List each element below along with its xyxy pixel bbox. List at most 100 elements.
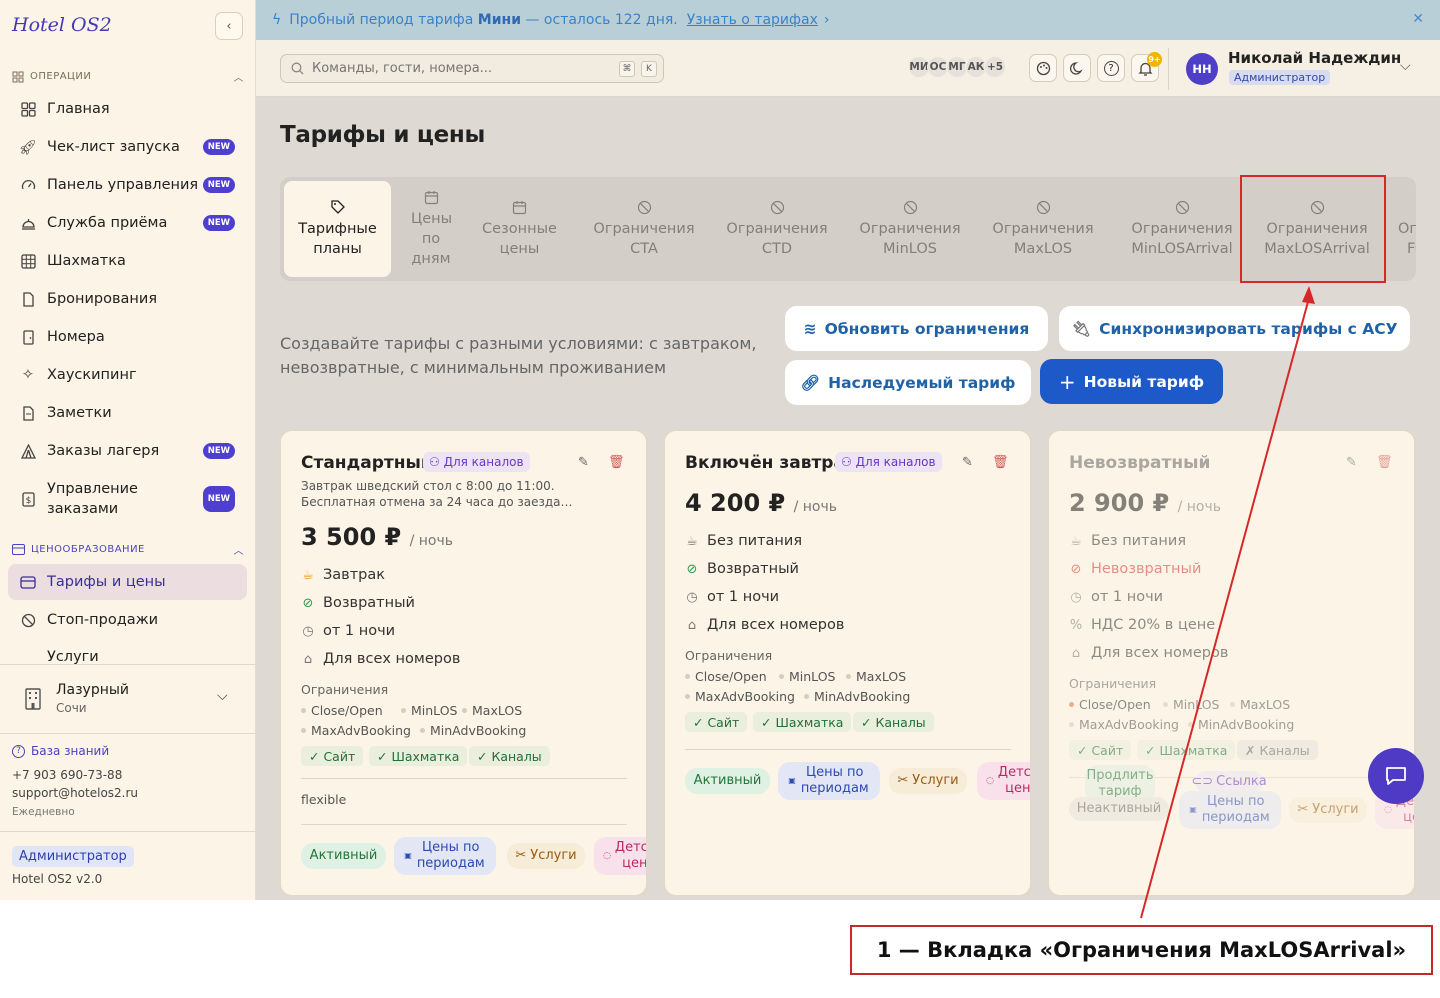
period-prices-label: Цены по периодам — [800, 765, 869, 796]
extend-rate-label: Продлить тариф — [1086, 768, 1154, 799]
promo-link[interactable]: Узнать о тарифах — [687, 12, 818, 28]
divider — [0, 733, 256, 734]
chevron-left-icon: ‹ — [226, 18, 232, 34]
tab-restrictions-minlosarrival[interactable]: Ограничения MinLOSArrival — [1117, 181, 1247, 277]
period-prices-button[interactable]: ▣ Цены по периодам — [778, 762, 880, 800]
section-operations[interactable]: ОПЕРАЦИИ ︿ — [12, 69, 244, 84]
sidebar-item-chessboard[interactable]: Шахматка — [8, 243, 247, 279]
restriction-label: MinLOS — [1173, 697, 1220, 712]
services-button[interactable]: ✂︎ Услуги — [507, 843, 585, 869]
rate-description: Завтрак шведский стол с 8:00 до 11:00. Бе… — [301, 478, 576, 510]
tab-restrictions-fullpattern[interactable]: Ограничения FullPattern — [1398, 181, 1416, 277]
sidebar-item-housekeeping[interactable]: ✧ Хаускипинг — [8, 357, 247, 393]
restriction-tag: MaxAdvBooking — [301, 723, 411, 738]
rate-card[interactable]: Невозвратный ✎ 🗑︎ 2 900 ₽ / ночь ☕︎ Без п… — [1048, 430, 1415, 896]
sidebar-item-home[interactable]: Главная — [8, 91, 247, 127]
chevron-down-icon: ⌵ — [217, 688, 228, 704]
restriction-tag: MaxLOS — [846, 669, 906, 684]
status-badge[interactable]: Активный — [301, 843, 386, 869]
user-avatar[interactable]: НН — [1186, 53, 1218, 85]
rate-description-line: Бесплатная отмена за 24 часа до заезда. … — [301, 495, 576, 509]
chevron-down-icon[interactable]: ⌵ — [1400, 58, 1411, 74]
tab-label: Ограничения CTD — [726, 220, 828, 257]
restrictions-label: Ограничения — [685, 648, 773, 663]
promo-remaining: — осталось 122 дня. — [525, 12, 678, 28]
kids-prices-button[interactable]: ◌Детские цены — [977, 762, 1030, 800]
hotel-name: Лазурный — [56, 682, 130, 698]
calendar-icon — [424, 190, 438, 204]
restriction-label: MaxAdvBooking — [1079, 717, 1179, 732]
edit-icon[interactable]: ✎ — [962, 455, 973, 470]
trash-icon[interactable]: 🗑︎ — [992, 455, 1009, 470]
sync-rates-label: Синхронизировать тарифы с АСУ — [1099, 319, 1398, 338]
divider — [301, 824, 627, 825]
sidebar-item-front-desk[interactable]: Служба приёма NEW — [8, 205, 247, 241]
new-rate-button[interactable]: + Новый тариф — [1040, 359, 1223, 404]
new-badge: NEW — [202, 486, 235, 512]
child-icon: ◌ — [603, 851, 611, 861]
support-email[interactable]: support@hotelos2.ru — [12, 786, 138, 800]
collapse-sidebar-button[interactable]: ‹ — [215, 12, 243, 40]
page-title: Тарифы и цены — [280, 122, 485, 148]
tab-daily-prices[interactable]: Цены по дням — [399, 181, 463, 277]
tab-restrictions-minlos[interactable]: Ограничения MinLOS — [851, 181, 969, 277]
restriction-tag: MinLOS — [1163, 697, 1219, 712]
gauge-icon — [20, 177, 36, 193]
restriction-label: Close/Open — [695, 669, 767, 684]
sidebar-item-order-management[interactable]: $ Управление заказами NEW — [8, 471, 247, 527]
services-button[interactable]: ✂︎ Услуги — [889, 768, 967, 794]
chat-button[interactable] — [1368, 748, 1424, 804]
support-phone[interactable]: +7 903 690-73-88 — [12, 768, 122, 782]
tab-seasonal-prices[interactable]: Сезонные цены — [472, 181, 567, 277]
building-icon — [25, 688, 41, 710]
sidebar-item-rooms[interactable]: Номера — [8, 319, 247, 355]
sidebar-item-label: Тарифы и цены — [47, 574, 166, 590]
feature-label: Для всех номеров — [1091, 645, 1229, 661]
knowledge-base-label: База знаний — [31, 744, 110, 758]
sidebar-item-label: Бронирования — [47, 291, 158, 307]
trash-icon[interactable]: 🗑︎ — [608, 455, 625, 470]
price-value: 2 900 ₽ — [1069, 489, 1170, 517]
document-icon — [20, 291, 36, 307]
price-unit: / ночь — [793, 499, 837, 515]
sidebar-item-launch-checklist[interactable]: 🚀︎ Чек-лист запуска NEW — [8, 129, 247, 165]
sidebar-item-notes[interactable]: Заметки — [8, 395, 247, 431]
channel-badge: ⚇ Для каналов — [835, 452, 942, 472]
services-button[interactable]: ✂︎ Услуги — [1289, 797, 1367, 823]
hotel-switcher[interactable]: Лазурный Сочи ⌵ — [22, 682, 242, 718]
share-link-button[interactable]: ⊂⊃ Ссылка — [1191, 771, 1267, 793]
channel-badge: ⚇ Для каналов — [423, 452, 530, 472]
inherited-rate-button[interactable]: 🔗︎ Наследуемый тариф — [785, 360, 1031, 405]
restriction-tag: MaxLOS — [462, 703, 522, 718]
section-pricing[interactable]: ЦЕНООБРАЗОВАНИЕ ︿ — [12, 542, 244, 557]
close-icon[interactable]: ✕ — [1412, 11, 1424, 27]
tab-restrictions-ctd[interactable]: Ограничения CTD — [718, 181, 836, 277]
status-badge[interactable]: Неактивный — [1069, 797, 1169, 821]
feature-min-nights: ◷ от 1 ночи — [685, 589, 779, 605]
sidebar-item-rates[interactable]: Тарифы и цены — [8, 564, 247, 600]
restrictions-label: Ограничения — [1069, 676, 1157, 691]
sidebar-item-label: Заметки — [47, 405, 112, 421]
tab-restrictions-cta[interactable]: Ограничения CTA — [585, 181, 703, 277]
tab-rate-plans[interactable]: Тарифные планы — [284, 181, 391, 277]
update-restrictions-button[interactable]: ≋ Обновить ограничения — [785, 306, 1048, 351]
sidebar-item-bookings[interactable]: Бронирования — [8, 281, 247, 317]
edit-icon[interactable]: ✎ — [1346, 455, 1357, 470]
period-prices-button[interactable]: ▣ Цены по периодам — [394, 837, 496, 875]
sidebar-item-services[interactable]: Услуги — [8, 640, 247, 664]
user-name[interactable]: Николай Надеждин — [1228, 49, 1401, 67]
status-badge[interactable]: Активный — [685, 768, 770, 794]
sidebar-item-dashboard[interactable]: Панель управления NEW — [8, 167, 247, 203]
hotel-city: Сочи — [56, 701, 87, 715]
edit-icon[interactable]: ✎ — [578, 455, 589, 470]
sidebar-item-camp-orders[interactable]: Заказы лагеря NEW — [8, 433, 247, 469]
period-prices-button[interactable]: ▣ Цены по периодам — [1179, 791, 1281, 829]
knowledge-base-link[interactable]: ? База знаний — [12, 744, 109, 758]
kids-prices-button[interactable]: ◌Детские цены — [594, 837, 646, 875]
rate-card[interactable]: Стандартный ⚇ Для каналов ✎ 🗑︎ Завтрак ш… — [280, 430, 647, 896]
trash-icon[interactable]: 🗑︎ — [1376, 455, 1393, 470]
tab-restrictions-maxlos[interactable]: Ограничения MaxLOS — [984, 181, 1102, 277]
rate-card[interactable]: Включён завтрак ⚇ Для каналов ✎ 🗑︎ 4 200… — [664, 430, 1031, 896]
sync-rates-button[interactable]: 🔌︎ Синхронизировать тарифы с АСУ — [1059, 306, 1410, 351]
sidebar-item-stop-sales[interactable]: Стоп-продажи — [8, 602, 247, 638]
